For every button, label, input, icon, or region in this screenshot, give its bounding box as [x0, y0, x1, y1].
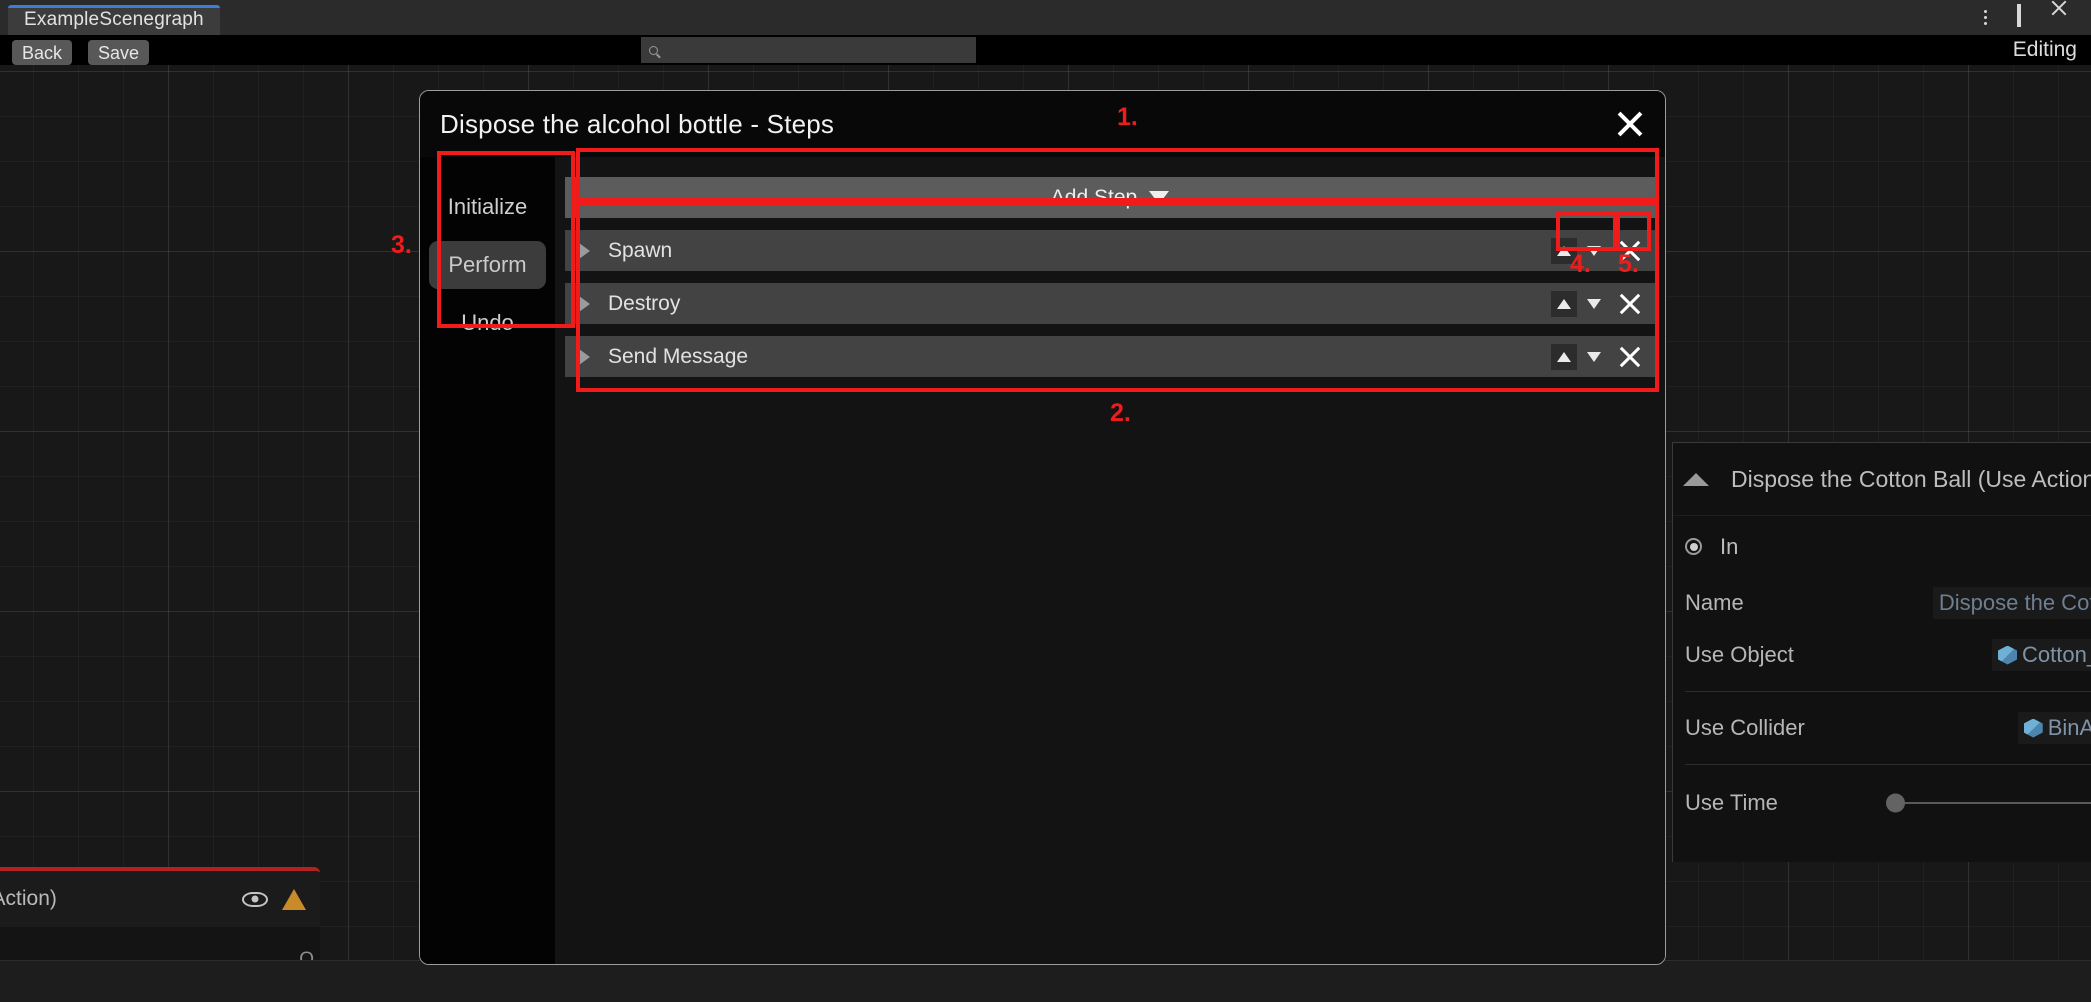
step-row[interactable]: Spawn	[565, 230, 1655, 271]
inspector-value-field[interactable]: BinArea	[2017, 712, 2091, 744]
search-icon	[649, 45, 658, 55]
chevron-down-icon	[1149, 191, 1170, 204]
inspector-label: Use Collider	[1685, 715, 1805, 740]
tab-undo[interactable]: Undo	[429, 299, 546, 347]
search-input[interactable]	[658, 41, 976, 59]
step-row[interactable]: Destroy	[565, 283, 1655, 324]
step-controls	[1551, 289, 1645, 319]
step-name: Spawn	[608, 238, 673, 262]
close-icon[interactable]	[1615, 109, 1645, 139]
inspector-port-row: In	[1673, 515, 2091, 577]
inspector-label: Name	[1685, 590, 1744, 615]
inspector-value[interactable]: Dispose the Cotton	[1932, 587, 2091, 619]
divider	[1685, 764, 2091, 765]
inspector-panel: Dispose the Cotton Ball (Use Action In N…	[1672, 442, 2091, 862]
inspector-header[interactable]: Dispose the Cotton Ball (Use Action	[1673, 443, 2091, 515]
move-up-button[interactable]	[1551, 343, 1577, 370]
inspector-row-name: Name Dispose the Cotton	[1673, 577, 2091, 629]
inspector-value: Cotton_Ba	[2022, 642, 2091, 667]
cube-icon	[2023, 718, 2043, 738]
tab-label: Initialize	[447, 194, 528, 219]
window-titlebar: ExampleScenegraph	[0, 0, 2091, 35]
save-button[interactable]: Save	[88, 40, 150, 65]
step-name: Destroy	[608, 291, 681, 315]
add-step-label: Add Step	[1050, 185, 1138, 209]
step-name: Send Message	[608, 344, 749, 368]
window-tab-strip: ExampleScenegraph	[0, 0, 220, 35]
back-button[interactable]: Back	[12, 40, 73, 65]
steps-modal: Dispose the alcohol bottle - Steps Initi…	[419, 90, 1666, 965]
move-down-button[interactable]	[1583, 344, 1605, 370]
arrow-down-icon	[1587, 351, 1601, 362]
move-up-button[interactable]	[1551, 290, 1577, 317]
canvas-bottom-strip	[0, 960, 2091, 1002]
inspector-port-label: In	[1720, 533, 1739, 559]
arrow-down-icon	[1587, 245, 1601, 256]
inspector-row-use-object: Use Object Cotton_Ba	[1673, 629, 2091, 681]
slider-handle[interactable]	[1886, 793, 1905, 813]
inspector-label: Use Time	[1685, 790, 1778, 815]
tab-label: Perform	[448, 252, 527, 277]
delete-step-button[interactable]	[1615, 289, 1645, 319]
warning-triangle-icon[interactable]	[282, 888, 306, 910]
modal-body: Initialize Perform Undo Add Step Spawn D…	[420, 157, 1665, 964]
inspector-value: BinArea	[2047, 715, 2091, 740]
port-radio-icon[interactable]	[1685, 538, 1702, 555]
inspector-value-field[interactable]: Cotton_Ba	[1992, 639, 2091, 671]
step-controls	[1551, 236, 1645, 266]
tab-perform[interactable]: Perform	[429, 241, 546, 289]
move-down-button[interactable]	[1583, 238, 1605, 264]
window-tab-label: ExampleScenegraph	[24, 9, 204, 30]
inspector-row-use-time: Use Time	[1673, 775, 2091, 831]
modal-header: Dispose the alcohol bottle - Steps	[420, 91, 1665, 157]
divider	[1685, 691, 2091, 692]
background-node-header: rt Action)	[0, 871, 320, 927]
modal-title: Dispose the alcohol bottle - Steps	[440, 108, 835, 139]
inspector-title: Dispose the Cotton Ball (Use Action	[1731, 465, 2091, 492]
tab-label: Undo	[461, 310, 514, 335]
step-row[interactable]: Send Message	[565, 336, 1655, 377]
eye-icon[interactable]	[242, 891, 268, 907]
cube-icon	[1998, 645, 2018, 665]
move-down-button[interactable]	[1583, 291, 1605, 317]
tab-initialize[interactable]: Initialize	[429, 183, 546, 231]
use-time-slider[interactable]	[1886, 793, 2091, 813]
delete-step-button[interactable]	[1615, 236, 1645, 266]
app-toolbar: Back Save	[0, 35, 2091, 65]
maximize-icon[interactable]	[2017, 3, 2037, 28]
background-node-title: rt Action)	[0, 887, 57, 910]
app-root: rt Action) O peration Start Dispose the …	[0, 0, 2091, 1002]
phase-tab-list: Initialize Perform Undo	[420, 157, 555, 964]
arrow-up-icon	[1557, 245, 1571, 256]
editing-mode-label: Editing	[2012, 38, 2077, 61]
steps-panel: Add Step Spawn Destroy Send Message	[555, 157, 1665, 964]
inspector-label: Use Object	[1685, 642, 1794, 667]
arrow-up-icon	[1557, 298, 1571, 309]
triangle-up-icon[interactable]	[1683, 472, 1709, 486]
close-icon[interactable]	[2059, 8, 2079, 28]
triangle-right-icon[interactable]	[579, 348, 590, 365]
search-box[interactable]	[641, 37, 976, 63]
kebab-menu-icon[interactable]	[1975, 8, 1995, 28]
move-up-button[interactable]	[1551, 237, 1577, 264]
window-tab[interactable]: ExampleScenegraph	[8, 5, 220, 35]
delete-step-button[interactable]	[1615, 342, 1645, 372]
add-step-button[interactable]: Add Step	[565, 177, 1655, 218]
window-controls	[1975, 0, 2079, 35]
arrow-up-icon	[1557, 351, 1571, 362]
triangle-right-icon[interactable]	[579, 242, 590, 259]
step-controls	[1551, 342, 1645, 372]
triangle-right-icon[interactable]	[579, 295, 590, 312]
inspector-row-use-collider: Use Collider BinArea	[1673, 702, 2091, 754]
arrow-down-icon	[1587, 298, 1601, 309]
